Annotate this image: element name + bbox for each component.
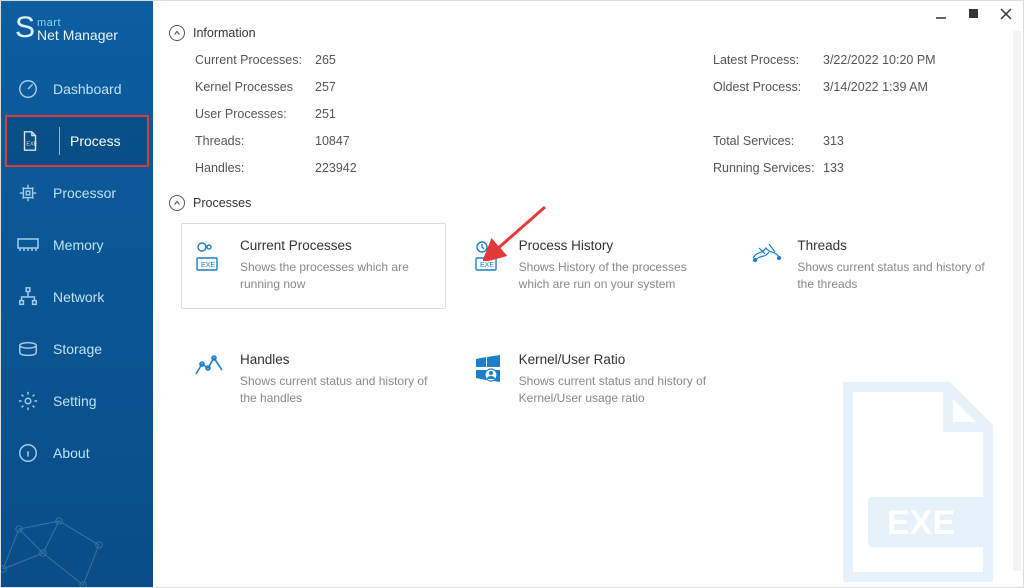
svg-text:EXE: EXE — [201, 262, 215, 269]
sidebar-item-label: Network — [53, 289, 104, 305]
close-button[interactable] — [997, 5, 1015, 23]
info-value: 313 — [823, 134, 1003, 148]
info-key: User Processes: — [195, 107, 315, 121]
sidebar-item-label: Process — [70, 133, 121, 149]
info-key: Total Services: — [713, 134, 823, 148]
sidebar-item-storage[interactable]: Storage — [1, 323, 153, 375]
svg-text:EXE: EXE — [480, 262, 494, 269]
sidebar-active-separator — [59, 127, 60, 155]
gauge-icon — [15, 76, 41, 102]
processes-section-title: Processes — [193, 196, 251, 210]
sidebar-item-memory[interactable]: Memory — [1, 219, 153, 271]
card-description: Shows current status and history of Kern… — [519, 373, 714, 408]
exe-file-icon: EXE — [17, 128, 43, 154]
info-key: Latest Process: — [713, 53, 823, 67]
collapse-toggle[interactable] — [169, 25, 185, 41]
sidebar-item-label: Processor — [53, 185, 116, 201]
info-value: 251 — [315, 107, 455, 121]
card-title: Current Processes — [240, 238, 435, 253]
processes-section-header: Processes — [169, 195, 1003, 211]
card-title: Kernel/User Ratio — [519, 352, 714, 367]
info-value: 10847 — [315, 134, 455, 148]
vertical-scrollbar[interactable] — [1013, 31, 1021, 571]
info-key: Oldest Process: — [713, 80, 823, 94]
gear-icon — [15, 388, 41, 414]
exe-watermark-icon: EXE — [823, 377, 1013, 587]
sidebar-item-network[interactable]: Network — [1, 271, 153, 323]
card-description: Shows current status and history of the … — [240, 373, 435, 408]
minimize-button[interactable] — [933, 5, 951, 23]
exe-clock-icon: EXE — [473, 240, 505, 294]
sidebar-item-label: Dashboard — [53, 81, 122, 97]
card-title: Process History — [519, 238, 714, 253]
information-section-title: Information — [193, 26, 256, 40]
card-kernel-user-ratio[interactable]: Kernel/User Ratio Shows current status a… — [460, 337, 725, 423]
sidebar-item-label: Memory — [53, 237, 104, 253]
main-content: Information Current Processes: 265 Lates… — [153, 1, 1023, 587]
window-controls — [933, 5, 1015, 23]
sidebar: S mart Net Manager Dashboard EXE Process — [1, 1, 153, 587]
info-key: Handles: — [195, 161, 315, 175]
card-process-history[interactable]: EXE Process History Shows History of the… — [460, 223, 725, 309]
sidebar-item-label: Storage — [53, 341, 102, 357]
windows-user-icon — [473, 354, 505, 408]
network-icon — [15, 284, 41, 310]
card-description: Shows the processes which are running no… — [240, 259, 435, 294]
sidebar-item-label: Setting — [53, 393, 97, 409]
sidebar-item-process[interactable]: EXE Process — [5, 115, 149, 167]
card-threads[interactable]: Threads Shows current status and history… — [738, 223, 1003, 309]
brand-bottom: Net Manager — [37, 27, 118, 43]
collapse-toggle[interactable] — [169, 195, 185, 211]
card-description: Shows current status and history of the … — [797, 259, 992, 294]
info-key: Current Processes: — [195, 53, 315, 67]
info-value: 133 — [823, 161, 1003, 175]
info-value: 265 — [315, 53, 455, 67]
storage-icon — [15, 336, 41, 362]
handles-chart-icon — [194, 354, 226, 408]
brand-letter: S — [15, 15, 35, 41]
sidebar-item-dashboard[interactable]: Dashboard — [1, 63, 153, 115]
card-current-processes[interactable]: EXE Current Processes Shows the processe… — [181, 223, 446, 309]
info-value: 3/22/2022 10:20 PM — [823, 53, 1003, 67]
info-value: 257 — [315, 80, 455, 94]
information-grid: Current Processes: 265 Latest Process: 3… — [195, 53, 1003, 175]
info-key: Threads: — [195, 134, 315, 148]
info-value: 3/14/2022 1:39 AM — [823, 80, 1003, 94]
info-key: Kernel Processes — [195, 80, 315, 94]
card-handles[interactable]: Handles Shows current status and history… — [181, 337, 446, 423]
sidebar-item-setting[interactable]: Setting — [1, 375, 153, 427]
sidebar-item-processor[interactable]: Processor — [1, 167, 153, 219]
card-title: Handles — [240, 352, 435, 367]
card-description: Shows History of the processes which are… — [519, 259, 714, 294]
svg-text:EXE: EXE — [887, 504, 955, 542]
sidebar-nav: Dashboard EXE Process Processor Memo — [1, 63, 153, 479]
threads-icon — [751, 240, 783, 294]
info-value: 223942 — [315, 161, 455, 175]
cpu-icon — [15, 180, 41, 206]
card-title: Threads — [797, 238, 992, 253]
app-brand: S mart Net Manager — [1, 1, 153, 63]
maximize-button[interactable] — [965, 5, 983, 23]
sidebar-decoration-icon — [1, 457, 131, 587]
memory-icon — [15, 232, 41, 258]
info-key: Running Services: — [713, 161, 823, 175]
svg-text:EXE: EXE — [26, 142, 37, 148]
exe-gear-icon: EXE — [194, 240, 226, 294]
information-section-header: Information — [169, 25, 1003, 41]
